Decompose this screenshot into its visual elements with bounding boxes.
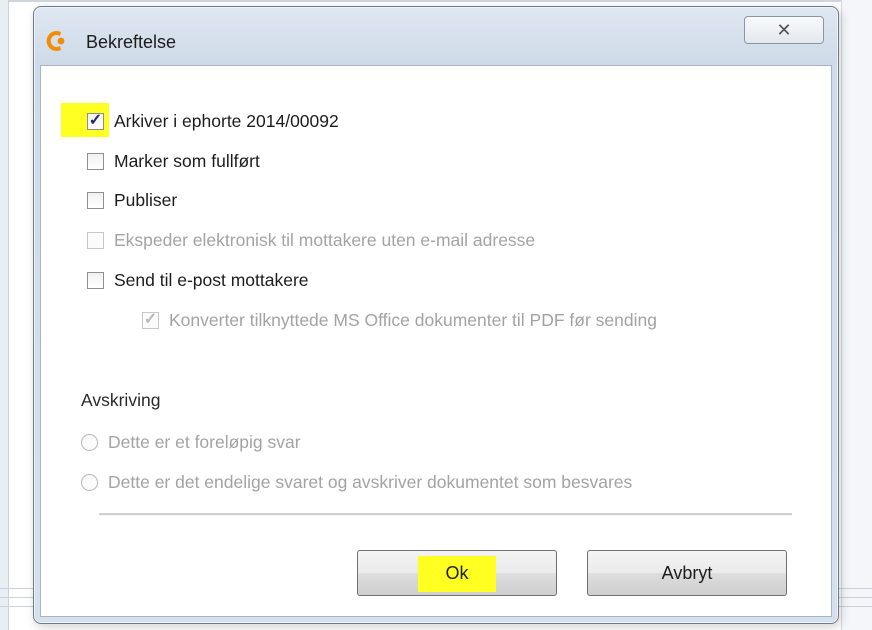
publish-checkbox[interactable]: [87, 192, 104, 209]
convert-pdf-checkbox: ✓: [142, 311, 159, 329]
radio-option-final: Dette er det endelige svaret og avskrive…: [81, 472, 632, 493]
option-convert-pdf: ✓ Konverter tilknyttede MS Office dokume…: [142, 310, 657, 331]
radio-option-preliminary: Dette er et foreløpig svar: [81, 432, 301, 453]
option-send-email[interactable]: Send til e-post mottakere: [87, 270, 309, 291]
final-radio: [81, 474, 98, 491]
preliminary-label: Dette er et foreløpig svar: [108, 432, 301, 452]
publish-label: Publiser: [114, 190, 178, 210]
final-label: Dette er det endelige svaret og avskrive…: [108, 472, 633, 492]
background-app-right-edge: [841, 0, 872, 630]
ephorte-logo-icon: [46, 29, 70, 53]
checkmark-icon: ✓: [88, 112, 103, 129]
convert-pdf-label: Konverter tilknyttede MS Office dokument…: [169, 310, 657, 330]
option-mark-complete[interactable]: Marker som fullført: [87, 151, 260, 172]
option-publish[interactable]: Publiser: [87, 190, 177, 211]
title-bar[interactable]: Bekreftelse ✕: [34, 7, 838, 65]
mark-complete-checkbox[interactable]: [87, 153, 104, 170]
background-top-border: [0, 0, 872, 2]
mark-complete-label: Marker som fullført: [114, 151, 260, 171]
cancel-button-label: Avbryt: [661, 562, 713, 583]
option-archive[interactable]: ✓ Arkiver i ephorte 2014/00092: [87, 111, 339, 132]
ok-button-label: Ok: [445, 562, 469, 583]
close-button[interactable]: ✕: [744, 16, 824, 44]
send-email-checkbox[interactable]: [87, 272, 104, 289]
dispatch-electronic-checkbox: [87, 232, 104, 249]
close-icon: ✕: [776, 20, 792, 40]
option-dispatch-electronic: Ekspeder elektronisk til mottakere uten …: [87, 230, 535, 251]
archive-checkbox[interactable]: ✓: [87, 112, 104, 130]
background-app-left-edge: [0, 0, 9, 630]
dialog-title: Bekreftelse: [86, 32, 177, 52]
checkmark-icon: ✓: [143, 311, 158, 328]
dialog-body: ✓ Arkiver i ephorte 2014/00092 Marker so…: [40, 65, 832, 617]
avskriving-heading: Avskriving: [81, 390, 161, 410]
confirmation-dialog: Bekreftelse ✕ ✓ Arkiver i ephorte 2014/0…: [33, 6, 839, 624]
send-email-label: Send til e-post mottakere: [114, 270, 309, 290]
ok-button[interactable]: Ok: [357, 550, 557, 596]
cancel-button[interactable]: Avbryt: [587, 550, 787, 596]
separator: [99, 513, 792, 516]
dispatch-electronic-label: Ekspeder elektronisk til mottakere uten …: [114, 230, 536, 250]
preliminary-radio: [81, 434, 98, 451]
archive-label: Arkiver i ephorte 2014/00092: [114, 111, 339, 131]
